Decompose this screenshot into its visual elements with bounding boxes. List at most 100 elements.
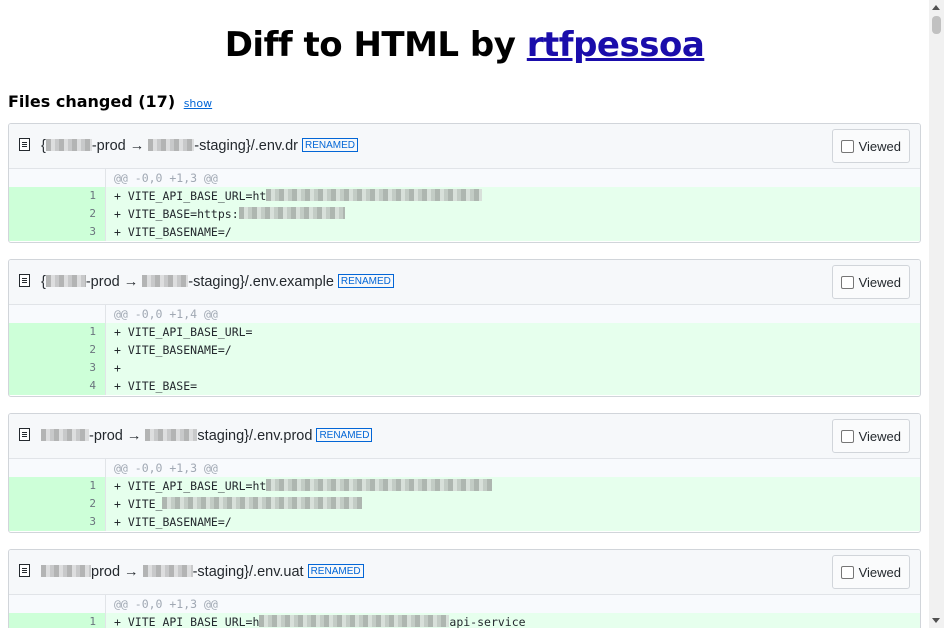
- redacted-text: [238, 207, 345, 219]
- file-icon: [19, 138, 30, 151]
- redacted-text: [41, 429, 89, 441]
- line-code: + VITE_BASE=https:: [114, 205, 345, 223]
- hunk-text: @@ -0,0 +1,3 @@: [114, 171, 218, 185]
- line-number: 2: [9, 495, 106, 513]
- line-number: 3: [9, 513, 106, 531]
- file-header: {-prod → -staging}/.env.dr RENAMED Viewed: [9, 124, 920, 169]
- file-name: -prod → staging}/.env.prod RENAMED: [41, 428, 373, 444]
- line-text: + VITE_API_BASE_URL=ht: [114, 189, 267, 203]
- diff-line-added: 3 +: [9, 359, 920, 377]
- line-number: 1: [9, 477, 106, 495]
- viewed-toggle[interactable]: Viewed: [831, 129, 910, 163]
- line-number: [9, 305, 106, 323]
- diff-line-added: 2 + VITE_BASE=https:: [9, 205, 920, 223]
- page-title: Diff to HTML by rtfpessoa: [0, 22, 929, 68]
- diff-line-added: 1 + VITE_API_BASE_URL=ht: [9, 187, 920, 205]
- line-text: + VITE_BASENAME=/: [114, 225, 232, 239]
- viewed-toggle[interactable]: Viewed: [831, 419, 910, 453]
- file-name: prod → -staging}/.env.uat RENAMED: [41, 564, 364, 580]
- viewed-label: Viewed: [858, 564, 901, 580]
- renamed-badge: RENAMED: [316, 428, 373, 442]
- line-number: [9, 595, 106, 613]
- files-changed-header: Files changed (17) show: [8, 90, 212, 116]
- line-code: + VITE_API_BASE_URL=h api-service: [114, 613, 526, 628]
- diff-page: Diff to HTML by rtfpessoa Files changed …: [0, 0, 929, 628]
- diff-line-added: 1 + VITE_API_BASE_URL=: [9, 323, 920, 341]
- line-text: api-service: [449, 615, 526, 628]
- line-number: 3: [9, 223, 106, 241]
- line-number: 1: [9, 323, 106, 341]
- redacted-text: [259, 615, 450, 627]
- viewed-toggle[interactable]: Viewed: [831, 265, 910, 299]
- diff-line-added: 1 + VITE_API_BASE_URL=ht: [9, 477, 920, 495]
- viewed-checkbox[interactable]: [840, 429, 854, 443]
- line-number: 3: [9, 359, 106, 377]
- page-title-prefix: Diff to HTML by: [224, 25, 527, 65]
- redacted-text: [142, 275, 189, 287]
- redacted-text: [162, 497, 363, 509]
- line-text: + VITE_BASENAME=/: [114, 515, 232, 529]
- line-number: 1: [9, 187, 106, 205]
- line-number: 4: [9, 377, 106, 395]
- scroll-thumb[interactable]: [932, 16, 941, 34]
- redacted-text: [142, 565, 193, 577]
- file-name: {-prod → -staging}/.env.dr RENAMED: [41, 138, 358, 154]
- redacted-text: [41, 565, 91, 577]
- viewed-checkbox[interactable]: [840, 565, 854, 579]
- line-code: + VITE_API_BASE_URL=ht: [114, 477, 493, 495]
- line-text: + VITE_BASE=https:: [114, 207, 239, 221]
- redacted-text: [148, 139, 195, 151]
- redacted-text: [45, 139, 92, 151]
- diff-line-added: 2 + VITE_BASENAME=/: [9, 341, 920, 359]
- file-diff: {-prod → -staging}/.env.dr RENAMED Viewed…: [8, 123, 921, 243]
- viewed-label: Viewed: [858, 274, 901, 290]
- scroll-down-arrow-icon[interactable]: [932, 618, 940, 623]
- file-name-part: -staging}/.env.example: [188, 274, 334, 290]
- hunk-text: @@ -0,0 +1,3 @@: [114, 597, 218, 611]
- redacted-text: [266, 189, 483, 201]
- viewed-label: Viewed: [858, 428, 901, 444]
- line-number: 2: [9, 205, 106, 223]
- renamed-badge: RENAMED: [307, 564, 364, 578]
- line-code: + VITE_API_BASE_URL=ht: [114, 187, 483, 205]
- renamed-badge: RENAMED: [301, 138, 358, 152]
- show-files-link[interactable]: show: [184, 97, 212, 110]
- line-text: + VITE_: [114, 497, 163, 511]
- diff-line-added: 2 + VITE_: [9, 495, 920, 513]
- hunk-text: @@ -0,0 +1,4 @@: [114, 307, 218, 321]
- hunk-header: @@ -0,0 +1,3 @@: [9, 595, 920, 613]
- file-name-part: prod →: [91, 564, 143, 580]
- file-icon: [19, 428, 30, 441]
- hunk-header: @@ -0,0 +1,3 @@: [9, 459, 920, 477]
- viewed-checkbox[interactable]: [840, 139, 854, 153]
- hunk-text: @@ -0,0 +1,3 @@: [114, 461, 218, 475]
- hunk-header: @@ -0,0 +1,4 @@: [9, 305, 920, 323]
- redacted-text: [266, 479, 493, 491]
- scroll-up-arrow-icon[interactable]: [932, 5, 940, 10]
- file-name: {-prod → -staging}/.env.example RENAMED: [41, 274, 394, 290]
- files-changed-label: Files changed (17): [8, 92, 176, 111]
- diff-line-added: 3 + VITE_BASENAME=/: [9, 513, 920, 531]
- file-name-part: staging}/.env.prod: [197, 428, 313, 444]
- line-text: + VITE_API_BASE_URL=: [114, 325, 253, 339]
- file-name-part: -staging}/.env.uat: [192, 564, 304, 580]
- line-text: + VITE_BASENAME=/: [114, 343, 232, 357]
- redacted-text: [145, 429, 198, 441]
- file-header: -prod → staging}/.env.prod RENAMED Viewed: [9, 414, 920, 459]
- diff-line-added: 1 + VITE_API_BASE_URL=h api-service: [9, 613, 920, 628]
- viewed-toggle[interactable]: Viewed: [831, 555, 910, 589]
- hunk-header: @@ -0,0 +1,3 @@: [9, 169, 920, 187]
- viewed-checkbox[interactable]: [840, 275, 854, 289]
- file-diff: -prod → staging}/.env.prod RENAMED Viewed…: [8, 413, 921, 533]
- diff-line-added: 3 + VITE_BASENAME=/: [9, 223, 920, 241]
- file-icon: [19, 564, 30, 577]
- file-icon: [19, 274, 30, 287]
- file-header: prod → -staging}/.env.uat RENAMED Viewed: [9, 550, 920, 595]
- file-name-part: -prod →: [89, 428, 146, 444]
- vertical-scrollbar[interactable]: [929, 0, 944, 628]
- author-link[interactable]: rtfpessoa: [527, 25, 705, 65]
- line-text: + VITE_API_BASE_URL=h: [114, 615, 260, 628]
- file-name-part: -prod →: [85, 274, 143, 290]
- renamed-badge: RENAMED: [337, 274, 394, 288]
- line-text: + VITE_BASE=: [114, 379, 198, 393]
